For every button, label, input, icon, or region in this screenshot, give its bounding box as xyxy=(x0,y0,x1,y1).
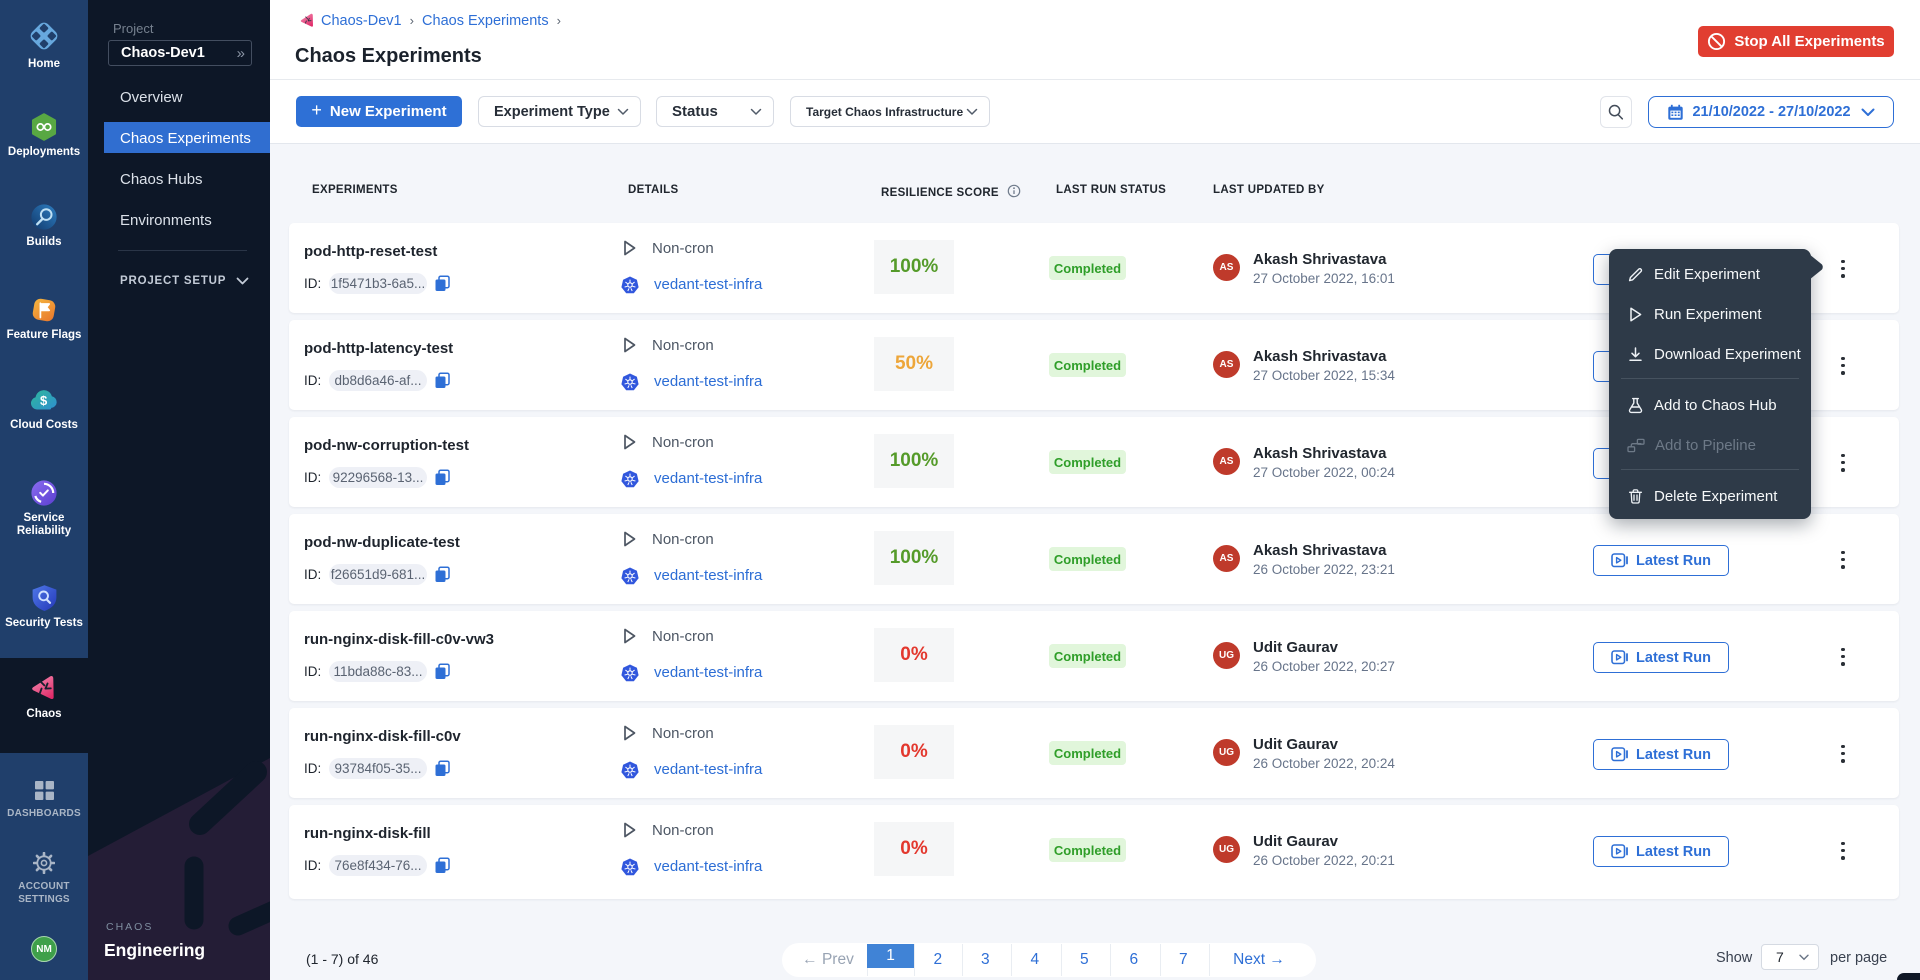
svg-text:$: $ xyxy=(40,393,48,408)
